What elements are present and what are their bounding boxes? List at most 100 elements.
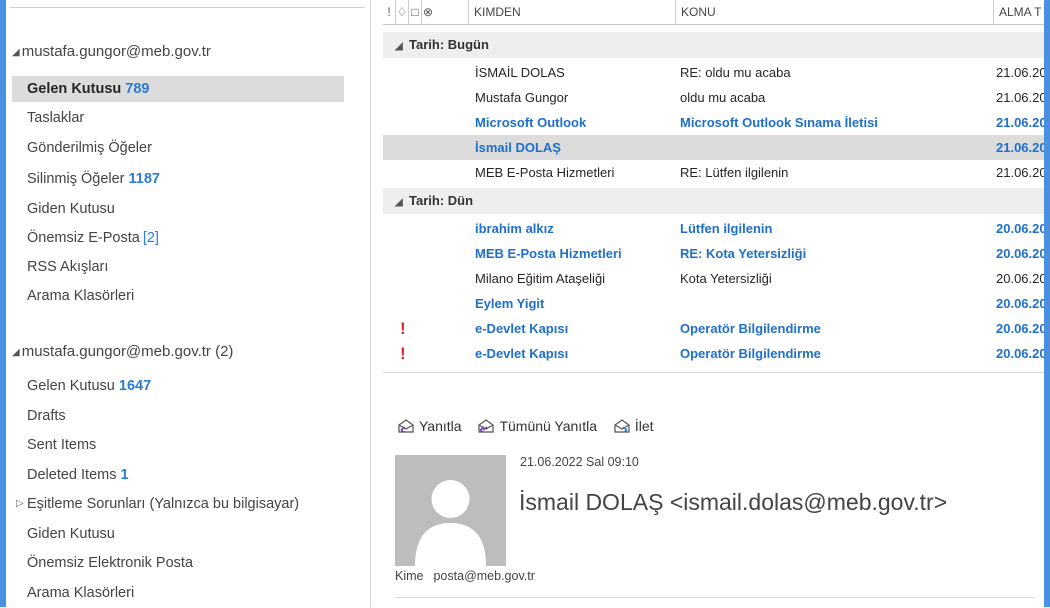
- message-subject: oldu mu acaba: [680, 90, 766, 105]
- recipient-line: Kime posta@meb.gov.tr: [395, 569, 535, 583]
- message-date: 21.06.20: [996, 90, 1044, 105]
- to-address[interactable]: posta@meb.gov.tr: [433, 569, 534, 583]
- folder-item-count: [2]: [142, 230, 159, 246]
- message-from: Eylem Yigit: [475, 296, 545, 311]
- folder-item-inbox[interactable]: Gelen Kutusu 1647: [12, 373, 344, 399]
- reminder-bell-icon[interactable]: ♢: [395, 0, 408, 24]
- folder-label: Deleted Items: [27, 467, 117, 483]
- importance-high-icon: !: [400, 344, 406, 363]
- forward-button[interactable]: İlet: [613, 418, 654, 434]
- reply-all-button[interactable]: Tümünü Yanıtla: [477, 418, 597, 434]
- message-subject: Kota Yetersizliği: [680, 271, 772, 286]
- folder-item-junk[interactable]: Önemsiz E-Posta [2]: [12, 225, 344, 251]
- message-subject: RE: Lütfen ilgilenin: [680, 165, 789, 180]
- header-icon-columns: ! ♢ □ ⊗: [383, 0, 434, 24]
- folder-label: Önemsiz E-Posta: [27, 230, 140, 246]
- folder-item-drafts[interactable]: Taslaklar: [12, 105, 344, 131]
- folder-item-sync-issues[interactable]: ▷ Eşitleme Sorunları (Yalnızca bu bilgisa…: [12, 491, 344, 517]
- collapse-triangle-icon[interactable]: ◢: [395, 34, 409, 60]
- folder-item-search-folders[interactable]: Arama Klasörleri: [12, 580, 344, 606]
- account-unread-count: (2): [215, 343, 234, 360]
- attachment-icon[interactable]: ⊗: [421, 0, 434, 24]
- message-list-header: ! ♢ □ ⊗ KIMDEN KONU ALMA T: [383, 0, 1044, 25]
- collapse-triangle-icon[interactable]: ◢: [12, 47, 20, 58]
- message-row[interactable]: Microsoft Outlook Microsoft Outlook Sınam…: [383, 110, 1044, 135]
- document-icon[interactable]: □: [408, 0, 421, 24]
- message-from: e-Devlet Kapısı: [475, 321, 569, 336]
- folder-item-junk-email[interactable]: Önemsiz Elektronik Posta: [12, 550, 344, 576]
- person-placeholder-icon: [415, 480, 486, 566]
- message-subject: Lütfen ilgilenin: [680, 221, 773, 236]
- folder-label: Drafts: [27, 408, 66, 424]
- folder-label: Gönderilmiş Öğeler: [27, 140, 152, 156]
- column-header-from[interactable]: KIMDEN: [468, 0, 675, 24]
- collapse-triangle-icon[interactable]: ◢: [395, 190, 409, 216]
- message-date: 21.06.20: [996, 140, 1044, 155]
- date-group-header[interactable]: ◢ Tarih: Bugün: [383, 32, 1044, 58]
- message-row[interactable]: ibrahim alkız Lütfen ilgilenin 20.06.20: [383, 216, 1044, 241]
- message-list: ! ♢ □ ⊗ KIMDEN KONU ALMA T ◢ Tarih: Bugün İSM…: [383, 0, 1044, 372]
- reading-pane: Yanıtla Tümünü Yanıtla İlet 21.06.2022 S…: [383, 372, 1044, 608]
- message-date: 21.06.2022 Sal 09:10: [520, 455, 639, 469]
- message-date: 20.06.20: [996, 221, 1044, 236]
- message-row[interactable]: ! e-Devlet Kapısı Operatör Bilgilendirme 20…: [383, 316, 1044, 341]
- folder-label: Gelen Kutusu: [27, 81, 122, 97]
- column-header-received[interactable]: ALMA T: [993, 0, 1044, 24]
- folder-unread-count: 789: [125, 81, 150, 97]
- account-header-1[interactable]: ◢ mustafa.gungor@meb.gov.tr: [12, 41, 211, 63]
- folder-item-outbox[interactable]: Giden Kutusu: [12, 521, 344, 547]
- folder-pane: ◢ mustafa.gungor@meb.gov.tr Gelen Kutusu 7…: [6, 0, 371, 607]
- message-subject: RE: oldu mu acaba: [680, 65, 791, 80]
- folder-label: Önemsiz Elektronik Posta: [27, 555, 194, 571]
- folder-label: Silinmiş Öğeler: [27, 171, 125, 187]
- folder-item-search-folders[interactable]: Arama Klasörleri: [12, 283, 344, 309]
- folder-label: Eşitleme Sorunları (Yalnızca bu bilgisay…: [27, 496, 300, 512]
- message-subject: Operatör Bilgilendirme: [680, 321, 821, 336]
- message-row[interactable]: İsmail DOLAŞ 21.06.20: [383, 135, 1044, 160]
- message-date: 20.06.20: [996, 321, 1044, 336]
- date-group-header[interactable]: ◢ Tarih: Dün: [383, 188, 1044, 214]
- forward-label: İlet: [634, 418, 654, 434]
- account-name: mustafa.gungor@meb.gov.tr: [21, 43, 211, 60]
- message-subject: Microsoft Outlook Sınama İletisi: [680, 115, 878, 130]
- collapse-triangle-icon[interactable]: ◢: [12, 347, 20, 358]
- message-subject: Operatör Bilgilendirme: [680, 346, 821, 361]
- message-row[interactable]: MEB E-Posta Hizmetleri RE: Lütfen ilgilen…: [383, 160, 1044, 185]
- folder-item-deleted[interactable]: Silinmiş Öğeler 1187: [12, 166, 344, 192]
- header-divider: [395, 597, 1035, 598]
- account-header-2[interactable]: ◢ mustafa.gungor@meb.gov.tr (2): [12, 341, 233, 363]
- message-from: Mustafa Gungor: [475, 90, 569, 105]
- folder-item-inbox[interactable]: Gelen Kutusu 789: [12, 76, 344, 102]
- folder-item-drafts[interactable]: Drafts: [12, 403, 344, 429]
- message-date: 20.06.20: [996, 296, 1044, 311]
- folder-label: Arama Klasörleri: [27, 288, 135, 304]
- folder-item-sent-items[interactable]: Sent Items: [12, 432, 344, 458]
- folder-pane-divider: [10, 7, 365, 8]
- folder-item-outbox[interactable]: Giden Kutusu: [12, 196, 344, 222]
- column-header-subject[interactable]: KONU: [675, 0, 993, 24]
- message-row[interactable]: Milano Eğitim Ataşeliği Kota Yetersizliği…: [383, 266, 1044, 291]
- message-row[interactable]: MEB E-Posta Hizmetleri RE: Kota Yetersizl…: [383, 241, 1044, 266]
- folder-label: RSS Akışları: [27, 259, 109, 275]
- folder-item-sent[interactable]: Gönderilmiş Öğeler: [12, 135, 344, 161]
- window-frame-right: [1044, 0, 1050, 607]
- folder-unread-count: 1647: [118, 378, 152, 394]
- message-row[interactable]: ! e-Devlet Kapısı Operatör Bilgilendirme 20…: [383, 341, 1044, 366]
- folder-item-deleted-items[interactable]: Deleted Items 1: [12, 462, 344, 488]
- folder-unread-count: 1187: [128, 171, 160, 187]
- expand-triangle-icon[interactable]: ▷: [16, 491, 24, 517]
- folder-label: Gelen Kutusu: [27, 378, 115, 394]
- folder-item-rss[interactable]: RSS Akışları: [12, 254, 344, 280]
- message-date: 20.06.20: [996, 346, 1044, 361]
- message-row[interactable]: Mustafa Gungor oldu mu acaba 21.06.20: [383, 85, 1044, 110]
- message-date: 21.06.20: [996, 165, 1044, 180]
- message-row[interactable]: İSMAİL DOLAS RE: oldu mu acaba 21.06.20: [383, 60, 1044, 85]
- forward-icon: [614, 419, 630, 433]
- folder-label: Arama Klasörleri: [27, 585, 135, 601]
- reply-button[interactable]: Yanıtla: [397, 418, 462, 434]
- importance-column-icon[interactable]: !: [383, 0, 395, 24]
- sender-name[interactable]: İsmail DOLAŞ <ismail.dolas@meb.gov.tr>: [519, 489, 947, 516]
- folder-label: Giden Kutusu: [27, 201, 115, 217]
- folder-label: Sent Items: [27, 437, 97, 453]
- message-row[interactable]: Eylem Yigit 20.06.20: [383, 291, 1044, 316]
